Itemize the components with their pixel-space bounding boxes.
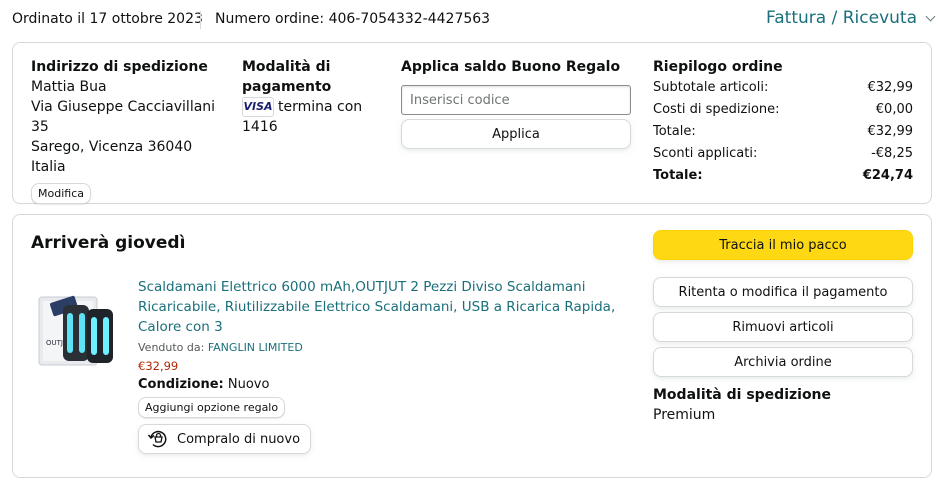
- payment-title: Modalità di pagamento: [242, 59, 332, 95]
- summary-value: €32,99: [867, 80, 914, 95]
- product-info: Scaldamani Elettrico 6000 mAh,OUTJUT 2 P…: [138, 277, 633, 454]
- order-header: Ordinato il 17 ottobre 2023 Numero ordin…: [12, 8, 936, 32]
- address-line: Mattia Bua: [31, 79, 107, 95]
- add-gift-option-button[interactable]: Aggiungi opzione regalo: [138, 397, 286, 418]
- remove-items-button[interactable]: Rimuovi articoli: [653, 312, 913, 342]
- summary-total-row: Totale: €24,74: [653, 165, 913, 187]
- address-line: Italia: [31, 159, 66, 175]
- gift-card-title: Applica saldo Buono Regalo: [401, 59, 621, 75]
- summary-label: Sconti applicati:: [653, 146, 758, 161]
- track-package-button[interactable]: Traccia il mio pacco: [653, 230, 913, 260]
- visa-icon: VISA: [242, 97, 274, 117]
- buy-again-button[interactable]: Compralo di nuovo: [138, 424, 312, 454]
- invoice-dropdown[interactable]: Fattura / Ricevuta: [766, 8, 936, 28]
- retry-payment-button[interactable]: Ritenta o modifica il pagamento: [653, 277, 913, 307]
- order-date: Ordinato il 17 ottobre 2023: [12, 11, 203, 27]
- seller-link[interactable]: FANGLIN LIMITED: [208, 341, 303, 354]
- edit-address-button[interactable]: Modifica: [31, 183, 91, 204]
- condition-value: Nuovo: [227, 377, 270, 392]
- order-actions: Traccia il mio pacco Ritenta o modifica …: [653, 230, 913, 423]
- order-details-box: Indirizzo di spedizione Mattia Bua Via G…: [12, 42, 932, 204]
- summary-label: Costi di spedizione:: [653, 102, 780, 117]
- address-line: Via Giuseppe Cacciavillani 35: [31, 99, 216, 135]
- condition-label: Condizione:: [138, 377, 224, 392]
- shipping-address-section: Indirizzo di spedizione Mattia Bua Via G…: [31, 57, 231, 204]
- summary-title: Riepilogo ordine: [653, 59, 783, 75]
- payment-section: Modalità di pagamento VISA termina con 14…: [242, 57, 382, 137]
- sold-by-label: Venduto da:: [138, 341, 205, 354]
- summary-value: -€8,25: [871, 146, 913, 161]
- shipment-box: Arriverà giovedì OUTJUT Scaldamani Elett…: [12, 214, 932, 478]
- gift-code-input[interactable]: [401, 85, 631, 115]
- summary-value: €0,00: [875, 102, 913, 117]
- shipping-method-title: Modalità di spedizione: [653, 387, 832, 403]
- archive-order-button[interactable]: Archivia ordine: [653, 347, 913, 377]
- order-number: Numero ordine: 406-7054332-4427563: [215, 11, 491, 27]
- shipping-method-value: Premium: [653, 407, 716, 423]
- summary-label: Subtotale articoli:: [653, 80, 769, 95]
- apply-gift-button[interactable]: Applica: [401, 119, 631, 149]
- summary-row: Subtotale articoli: €32,99: [653, 77, 913, 99]
- invoice-label: Fattura / Ricevuta: [766, 8, 917, 28]
- product-image[interactable]: OUTJUT: [37, 291, 117, 371]
- address-line: Sarego, Vicenza 36040: [31, 139, 193, 155]
- shipping-address-title: Indirizzo di spedizione: [31, 59, 208, 75]
- chevron-down-icon: [925, 11, 936, 21]
- summary-value: €24,74: [862, 168, 913, 183]
- summary-row: Costi di spedizione: €0,00: [653, 99, 913, 121]
- summary-label: Totale:: [653, 168, 703, 183]
- gift-card-section: Applica saldo Buono Regalo Applica: [401, 57, 633, 149]
- summary-value: €32,99: [867, 124, 914, 139]
- summary-row: Sconti applicati: -€8,25: [653, 143, 913, 165]
- arrival-status: Arriverà giovedì: [31, 233, 186, 253]
- product-condition: Condizione: Nuovo: [138, 377, 633, 392]
- product-price: €32,99: [138, 359, 179, 373]
- product-title-link[interactable]: Scaldamani Elettrico 6000 mAh,OUTJUT 2 P…: [138, 277, 633, 337]
- seller-info: Venduto da: FANGLIN LIMITED: [138, 341, 633, 354]
- header-divider: [200, 11, 201, 29]
- buy-again-label: Compralo di nuovo: [177, 431, 301, 447]
- payment-card: VISA termina con 1416: [242, 97, 382, 137]
- order-summary: Riepilogo ordine Subtotale articoli: €32…: [653, 57, 913, 187]
- summary-row: Totale: €32,99: [653, 121, 913, 143]
- buy-again-icon: [147, 430, 167, 448]
- summary-label: Totale:: [653, 124, 696, 139]
